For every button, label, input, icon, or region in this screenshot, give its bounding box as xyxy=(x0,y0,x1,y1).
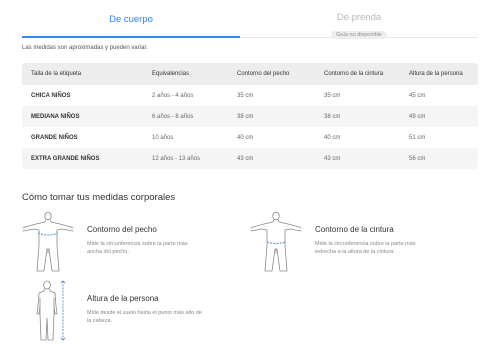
size-label-cell: MEDIANA NIÑOS xyxy=(31,113,80,120)
table-header-cell: Talla de la etiqueta xyxy=(31,71,82,77)
age-equivalence-cell: 2 años - 4 años xyxy=(152,92,194,99)
chest-cell: 35 cm xyxy=(237,92,254,99)
measure-chest: Contorno del pecho Mide la circunferenci… xyxy=(22,211,242,272)
height-description: Mide desde el suelo hasta el punto más a… xyxy=(87,310,202,324)
waist-measure-figure-icon xyxy=(250,211,302,272)
chest-title: Contorno del pecho xyxy=(87,225,157,234)
height-cell: 49 cm xyxy=(409,113,426,120)
size-label-cell: CHICA NIÑOS xyxy=(31,92,71,99)
waist-cell: 40 cm xyxy=(324,134,341,141)
waist-cell: 38 cm xyxy=(324,113,341,120)
waist-cell: 35 cm xyxy=(324,92,341,99)
how-to-measure-title: Cómo tomar tus medidas corporales xyxy=(22,192,176,203)
tab-body-label: De cuerpo xyxy=(109,14,153,25)
measure-height: Altura de la persona Mide desde el suelo… xyxy=(22,280,242,341)
chest-description: Mide la circunferencia sobre la parte má… xyxy=(87,241,188,255)
table-header-cell: Contorno de la cintura xyxy=(324,71,384,77)
chest-cell: 38 cm xyxy=(237,113,254,120)
tab-garment-measurements[interactable]: De prenda Guía no disponible xyxy=(240,0,478,39)
table-header-cell: Contorno del pecho xyxy=(237,71,290,77)
height-cell: 51 cm xyxy=(409,134,426,141)
waist-description: Mide la circunferencia sobre la parte má… xyxy=(315,241,416,255)
height-title: Altura de la persona xyxy=(87,294,159,303)
waist-cell: 43 cm xyxy=(324,155,341,162)
age-equivalence-cell: 6 años - 8 años xyxy=(152,113,194,120)
chest-cell: 40 cm xyxy=(237,134,254,141)
table-row: GRANDE NIÑOS 10 años 40 cm 40 cm 51 cm xyxy=(22,127,478,148)
size-guide-tabs: De cuerpo De prenda Guía no disponible xyxy=(22,0,478,39)
size-label-cell: EXTRA GRANDE NIÑOS xyxy=(31,155,100,162)
table-header-cell: Equivalencias xyxy=(152,71,190,77)
table-row: MEDIANA NIÑOS 6 años - 8 años 38 cm 38 c… xyxy=(22,106,478,127)
unavailable-badge: Guía no disponible xyxy=(331,31,387,39)
height-measure-figure-icon xyxy=(36,280,66,341)
age-equivalence-cell: 10 años xyxy=(152,134,174,141)
waist-title: Contorno de la cintura xyxy=(315,225,394,234)
chest-measure-figure-icon xyxy=(22,211,74,272)
size-label-cell: GRANDE NIÑOS xyxy=(31,134,78,141)
table-row: CHICA NIÑOS 2 años - 4 años 35 cm 35 cm … xyxy=(22,85,478,106)
chest-cell: 43 cm xyxy=(237,155,254,162)
height-cell: 45 cm xyxy=(409,92,426,99)
height-cell: 56 cm xyxy=(409,155,426,162)
tab-garment-label: De prenda xyxy=(336,12,382,23)
approximate-note: Las medidas son aproximadas y pueden var… xyxy=(22,45,148,51)
table-row: EXTRA GRANDE NIÑOS 12 años - 13 años 43 … xyxy=(22,148,478,169)
measure-waist: Contorno de la cintura Mide la circunfer… xyxy=(250,211,470,272)
table-header-cell: Altura de la persona xyxy=(409,71,463,77)
tab-body-measurements[interactable]: De cuerpo xyxy=(22,0,240,38)
table-header-row: Talla de la etiqueta Equivalencias Conto… xyxy=(22,63,478,85)
age-equivalence-cell: 12 años - 13 años xyxy=(152,155,201,162)
size-table: Talla de la etiqueta Equivalencias Conto… xyxy=(22,63,478,169)
